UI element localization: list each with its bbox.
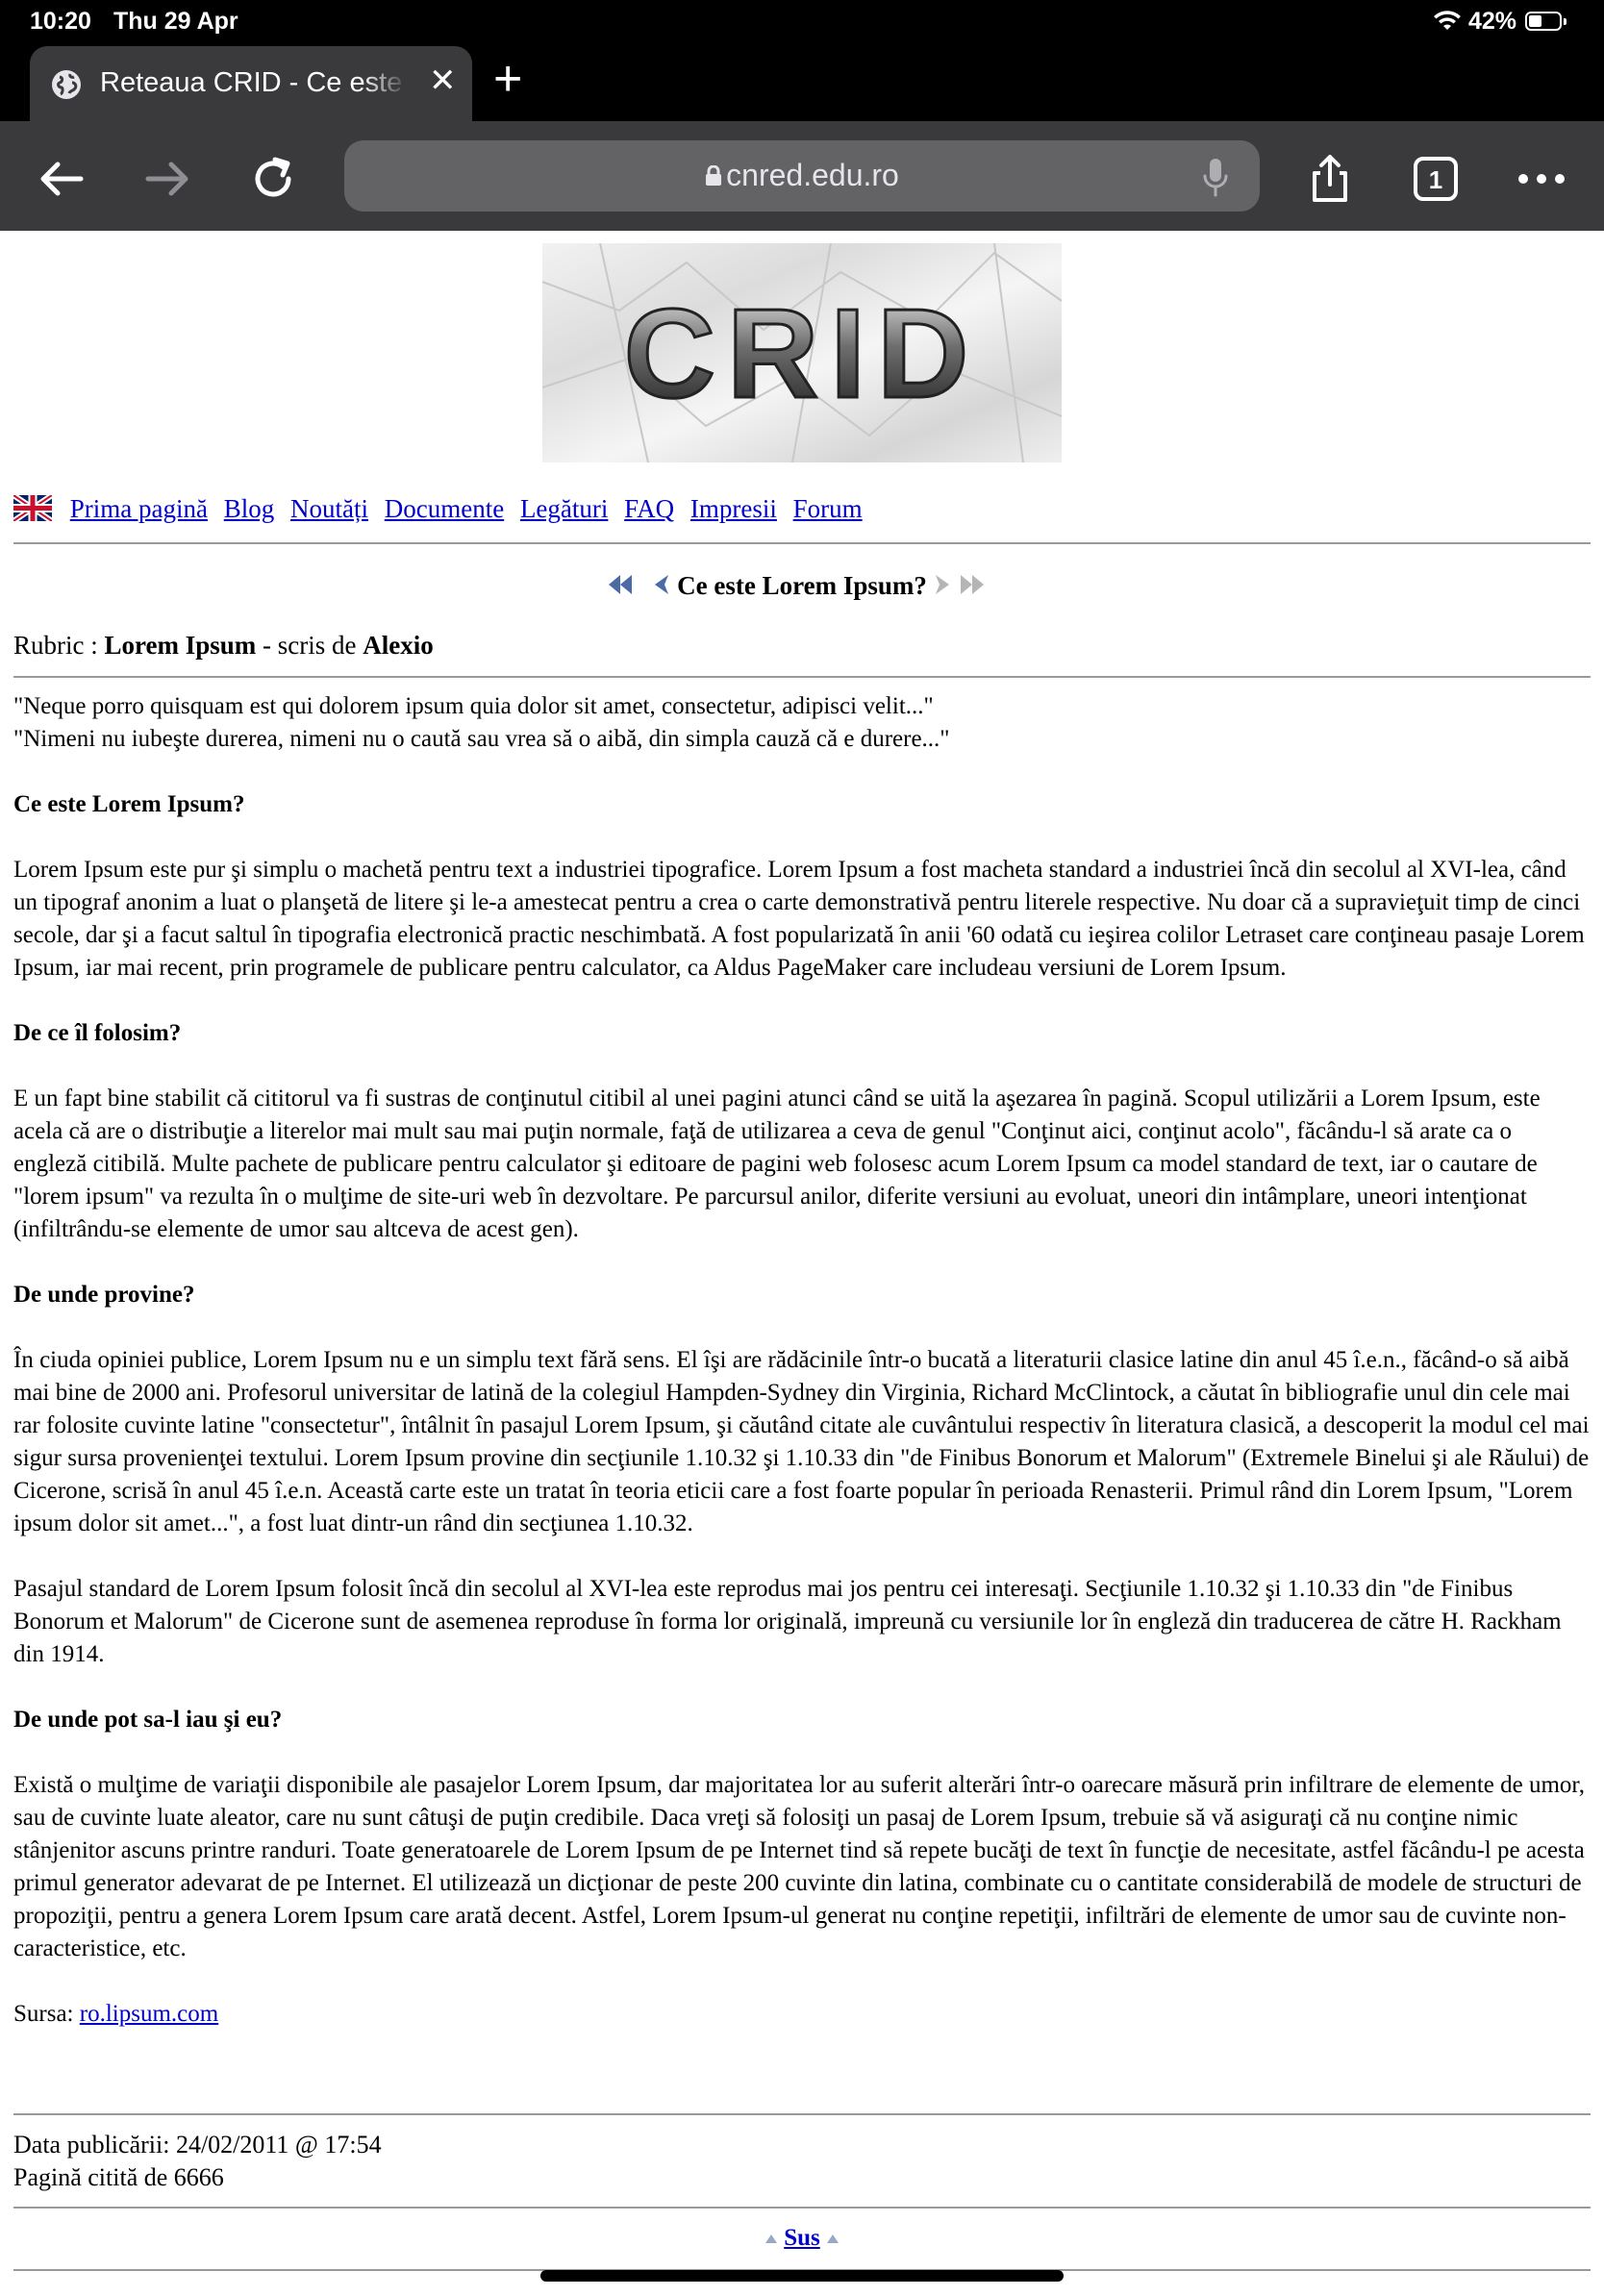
battery-icon <box>1525 12 1566 31</box>
section-heading: De ce îl folosim? <box>13 1020 182 1046</box>
tab-title: Reteaua CRID - Ce este Lorem Ipsum? <box>100 67 408 98</box>
article-source: Sursa: ro.lipsum.com <box>13 1998 1591 2031</box>
article-rubric: Rubric : Lorem Ipsum - scris de Alexio <box>13 631 434 661</box>
rubric-label: Rubric : <box>13 631 105 660</box>
lock-icon <box>706 164 722 186</box>
section-paragraph: Pasajul standard de Lorem Ipsum folosit … <box>13 1576 1562 1667</box>
back-to-top: Sus <box>0 2225 1604 2252</box>
section-paragraph: În ciuda opiniei publice, Lorem Ipsum nu… <box>13 1347 1590 1536</box>
article-body: "Neque porro quisquam est qui dolorem ip… <box>13 690 1591 2031</box>
source-label: Sursa: <box>13 2001 80 2027</box>
browser-toolbar: cnred.edu.ro 1 <box>0 121 1604 231</box>
status-bar: 10:20 Thu 29 Apr 42% <box>0 0 1604 42</box>
nav-link-prima-pagina[interactable]: Prima pagină <box>70 494 208 523</box>
status-date: Thu 29 Apr <box>113 8 238 35</box>
rubric-value: Lorem Ipsum <box>104 631 257 660</box>
svg-text:1: 1 <box>1429 165 1442 194</box>
back-to-top-link[interactable]: Sus <box>784 2225 820 2251</box>
divider <box>13 676 1591 678</box>
battery-fill <box>1529 15 1541 27</box>
nav-link-blog[interactable]: Blog <box>224 494 275 523</box>
nav-link-legaturi[interactable]: Legături <box>520 494 608 523</box>
crid-logo: CRID <box>542 243 1062 462</box>
section-paragraph: Lorem Ipsum este pur şi simplu o machetă… <box>13 857 1585 981</box>
up-arrow-icon <box>827 2234 840 2243</box>
home-indicator <box>540 2270 1064 2282</box>
battery-percent: 42% <box>1468 8 1517 35</box>
published-label: Data publicării: <box>13 2131 176 2159</box>
article-meta: Data publicării: 24/02/2011 @ 17:54 Pagi… <box>13 2129 382 2194</box>
address-bar[interactable]: cnred.edu.ro <box>344 140 1260 212</box>
nav-link-documente[interactable]: Documente <box>385 494 504 523</box>
globe-icon <box>52 70 81 99</box>
quote-romanian: "Nimeni nu iubeşte durerea, nimeni nu o … <box>13 726 950 752</box>
forward-arrow-icon[interactable] <box>140 152 194 206</box>
article-title: Ce este Lorem Ipsum? <box>677 571 927 600</box>
address-url: cnred.edu.ro <box>726 158 899 192</box>
first-article-icon[interactable] <box>607 573 645 596</box>
source-link[interactable]: ro.lipsum.com <box>80 2001 218 2027</box>
tab-bar: Reteaua CRID - Ce este Lorem Ipsum? ✕ + <box>0 42 1604 121</box>
back-arrow-icon[interactable] <box>35 152 88 206</box>
uk-flag-icon[interactable] <box>13 495 52 521</box>
address-url-row: cnred.edu.ro <box>344 158 1260 193</box>
logo-text: CRID <box>624 283 981 424</box>
article-quotes: "Neque porro quisquam est qui dolorem ip… <box>13 690 1591 756</box>
nav-link-forum[interactable]: Forum <box>793 494 863 523</box>
read-count: 6666 <box>173 2163 224 2191</box>
written-by-label: - scris de <box>256 631 363 660</box>
previous-article-icon[interactable] <box>651 573 670 596</box>
divider <box>13 2207 1591 2209</box>
browser-tab[interactable]: Reteaua CRID - Ce este Lorem Ipsum? ✕ <box>30 46 472 121</box>
up-arrow-icon <box>764 2234 777 2243</box>
quote-latin: "Neque porro quisquam est qui dolorem ip… <box>13 693 934 719</box>
section-heading: De unde pot sa-l iau şi eu? <box>13 1707 283 1733</box>
divider <box>13 2113 1591 2115</box>
new-tab-button[interactable]: + <box>493 54 522 104</box>
microphone-icon[interactable] <box>1203 157 1228 197</box>
nav-link-faq[interactable]: FAQ <box>624 494 674 523</box>
read-count-label: Pagină citită de <box>13 2163 174 2191</box>
next-article-icon <box>935 575 949 594</box>
nav-link-impresii[interactable]: Impresii <box>690 494 777 523</box>
main-nav: Prima pagină Blog Noutăți Documente Legă… <box>13 494 872 524</box>
section-paragraph: Există o mulţime de variaţii disponibile… <box>13 1772 1585 1961</box>
share-icon[interactable] <box>1303 152 1357 206</box>
status-time: 10:20 <box>30 8 91 35</box>
section-heading: Ce este Lorem Ipsum? <box>13 791 245 817</box>
section-paragraph: E un fapt bine stabilit că cititorul va … <box>13 1086 1541 1242</box>
nav-link-noutati[interactable]: Noutăți <box>290 494 368 523</box>
tab-close-icon[interactable]: ✕ <box>429 62 457 100</box>
article-title-row: Ce este Lorem Ipsum? <box>0 571 1604 601</box>
reload-icon[interactable] <box>246 152 300 206</box>
divider <box>13 542 1591 544</box>
published-date: 24/02/2011 @ 17:54 <box>175 2131 382 2159</box>
wifi-icon <box>1434 11 1461 30</box>
tabs-count-icon[interactable]: 1 <box>1409 152 1463 206</box>
more-options-icon[interactable] <box>1515 152 1568 206</box>
section-heading: De unde provine? <box>13 1282 195 1308</box>
last-article-icon <box>961 575 985 594</box>
article-author: Alexio <box>363 631 434 660</box>
